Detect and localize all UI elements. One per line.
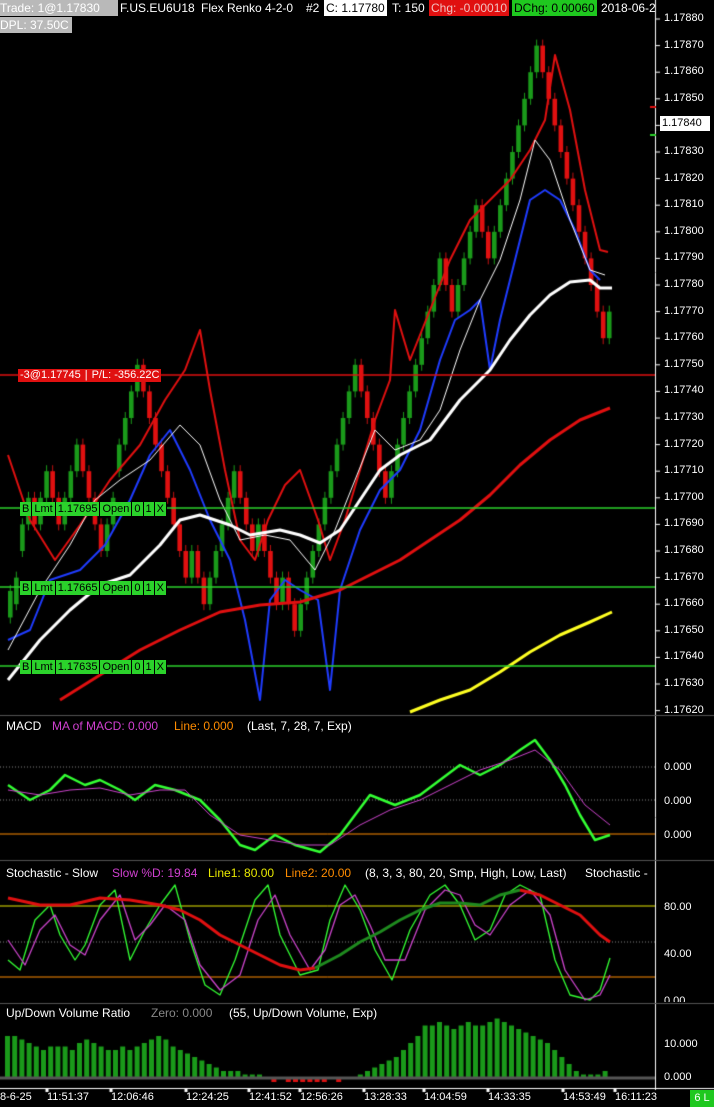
price-axis-label: 1.17710	[664, 464, 704, 477]
stochastic-line2-label: Line2: 20.00	[285, 866, 352, 880]
trade-label: Trade: 1@1.17830	[0, 0, 118, 16]
order-status: Open	[100, 581, 133, 595]
macd-line-label: Line: 0.000	[174, 719, 234, 733]
order-cancel-button[interactable]: X	[154, 581, 167, 595]
price-axis-label: 1.17680	[664, 544, 704, 556]
position-separator: |	[84, 369, 88, 381]
chart-canvas[interactable]	[0, 0, 714, 1107]
price-axis-label: 1.17850	[664, 91, 704, 104]
position-label[interactable]: -3@1.17745 | P/L: -356.22C	[18, 369, 162, 382]
price-axis-label: 1.17770	[664, 304, 704, 317]
price-axis-label: 1.17810	[664, 198, 704, 211]
buy-limit-order-2[interactable]: B Lmt 1.17665 Open 0 1 X	[20, 581, 167, 595]
position-pl: P/L: -356.22C	[91, 369, 160, 381]
order-side: B	[20, 660, 33, 674]
price-axis-label: 1.17750	[664, 357, 704, 370]
price-axis-label: 1.17660	[664, 597, 704, 610]
price-axis-label: 1.17830	[664, 145, 704, 157]
macd-params: (Last, 7, 28, 7, Exp)	[247, 719, 352, 733]
macd-axis-label: 0.000	[664, 795, 692, 807]
volume-params: (55, Up/Down Volume, Exp)	[229, 1006, 378, 1020]
corner-badge[interactable]: 6 L	[690, 1090, 714, 1107]
time-label: 12:06:46	[111, 1091, 154, 1103]
buy-limit-order-1[interactable]: B Lmt 1.17695 Open 0 1 X	[20, 502, 167, 516]
stochastic-line1-label: Line1: 80.00	[208, 866, 275, 880]
price-axis-label: 1.17870	[664, 38, 704, 51]
time-label: 14:53:49	[563, 1091, 606, 1103]
date-label: 2018-06-2	[601, 1, 656, 15]
price-axis-label: 1.17880	[664, 12, 704, 24]
time-label: 12:56:26	[300, 1091, 343, 1103]
price-axis-label: 1.17790	[664, 251, 704, 264]
order-side: B	[20, 581, 33, 595]
macd-title: MACD	[6, 719, 42, 733]
stochastic-d-label: Slow %D: 19.84	[112, 866, 198, 880]
price-axis-label: 1.17760	[664, 331, 704, 344]
dpl-label: DPL: 37.50C	[0, 17, 72, 33]
order-side: B	[20, 502, 33, 516]
order-price[interactable]: 1.17665	[55, 581, 101, 595]
order-price[interactable]: 1.17635	[55, 660, 101, 674]
current-price-marker: 1.17840	[660, 116, 710, 131]
volume-axis-label: 10.000	[664, 1038, 698, 1050]
time-label: 12:24:25	[186, 1091, 229, 1103]
order-filled: 0	[132, 581, 144, 595]
stochastic-tail-label: Stochastic -	[585, 866, 648, 880]
time-label: 11:51:37	[47, 1091, 90, 1103]
macd-axis-label: 0.000	[664, 761, 692, 773]
volume-zero-label: Zero: 0.000	[151, 1006, 213, 1020]
time-label: 14:04:59	[424, 1091, 467, 1103]
close-label: C: 1.17780	[324, 0, 387, 16]
day-change-label: DChg: 0.00060	[512, 0, 597, 16]
macd-ma-label: MA of MACD: 0.000	[52, 719, 159, 733]
price-axis-label: 1.17860	[664, 65, 704, 78]
volume-axis-label: 0.000	[664, 1071, 692, 1083]
price-axis-label: 1.17730	[664, 411, 704, 423]
price-axis-label: 1.17700	[664, 490, 704, 503]
price-axis-label: 1.17820	[664, 171, 704, 184]
order-qty[interactable]: 1	[143, 502, 155, 516]
price-axis-label: 1.17630	[664, 677, 704, 689]
price-axis-label: 1.17670	[664, 570, 704, 583]
order-status: Open	[100, 502, 133, 516]
order-status: Open	[100, 660, 133, 674]
time-label: 12:41:52	[249, 1091, 292, 1103]
order-type: Lmt	[32, 581, 56, 595]
time-label: 16:11:23	[615, 1091, 658, 1103]
stochastic-params: (8, 3, 3, 80, 20, Smp, High, Low, Last)	[365, 866, 567, 880]
buy-limit-order-3[interactable]: B Lmt 1.17635 Open 0 1 X	[20, 660, 167, 674]
order-cancel-button[interactable]: X	[154, 502, 167, 516]
stochastic-axis-label: 40.00	[664, 948, 692, 960]
price-axis-label: 1.17620	[664, 703, 704, 716]
chart-type-label: Flex Renko 4-2-0	[201, 1, 294, 15]
price-axis-label: 1.17720	[664, 437, 704, 450]
price-axis-label: 1.17780	[664, 278, 704, 290]
order-qty[interactable]: 1	[143, 660, 155, 674]
macd-axis-label: 0.000	[664, 829, 692, 841]
stochastic-axis-label: 80.00	[664, 901, 692, 913]
time-label: 14:33:35	[488, 1091, 531, 1103]
ticks-label: T: 150	[392, 1, 425, 15]
order-cancel-button[interactable]: X	[154, 660, 167, 674]
position-qty: -3@1.17745	[20, 369, 81, 381]
symbol-label: F.US.EU6U18	[120, 1, 195, 15]
chart-number-label: #2	[306, 1, 320, 15]
order-type: Lmt	[32, 660, 56, 674]
stochastic-title: Stochastic - Slow	[6, 866, 99, 880]
order-filled: 0	[132, 502, 144, 516]
volume-title: Up/Down Volume Ratio	[6, 1006, 131, 1020]
time-label: 8-6-25	[0, 1091, 32, 1103]
price-axis-label: 1.17690	[664, 517, 704, 530]
order-price[interactable]: 1.17695	[55, 502, 101, 516]
price-axis-label: 1.17800	[664, 224, 704, 237]
price-axis-label: 1.17640	[664, 650, 704, 663]
order-qty[interactable]: 1	[143, 581, 155, 595]
price-axis-label: 1.17650	[664, 623, 704, 636]
price-axis-label: 1.17740	[664, 384, 704, 397]
time-label: 13:28:33	[364, 1091, 407, 1103]
order-filled: 0	[132, 660, 144, 674]
stochastic-axis-label: 0.00	[664, 995, 686, 1002]
order-type: Lmt	[32, 502, 56, 516]
change-label: Chg: -0.00010	[429, 0, 510, 16]
